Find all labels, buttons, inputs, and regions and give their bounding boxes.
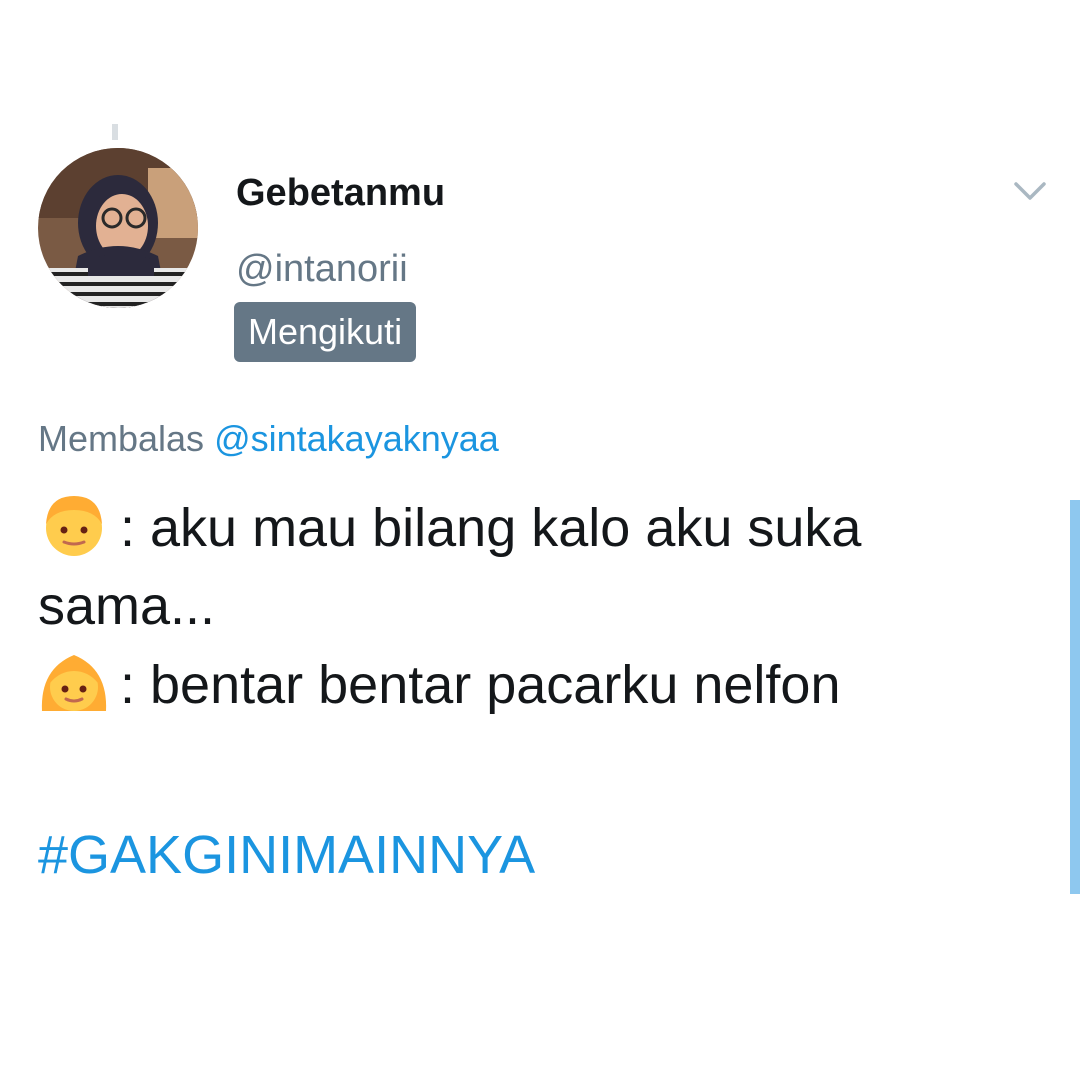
tweet-text: : aku mau bilang kalo aku suka sama... :… [38,488,1038,724]
tweet-line: sama... [38,567,1038,645]
tweet-line-text: : bentar bentar pacarku nelfon [120,655,841,715]
avatar-photo [38,148,198,308]
hashtag-link[interactable]: #GAKGINIMAINNYA [38,824,535,886]
tweet-screen: Gebetanmu @intanorii Mengikuti Membalas … [0,0,1080,1080]
replying-to-mention[interactable]: @sintakayaknyaa [214,418,499,459]
girl-emoji-icon [38,645,110,717]
follows-you-badge: Mengikuti [234,302,417,362]
scrollbar[interactable] [1070,500,1080,894]
boy-emoji-icon [38,488,110,560]
avatar[interactable] [38,148,198,308]
tweet-line-text: sama... [38,576,216,636]
tweet-line: : aku mau bilang kalo aku suka [38,488,1038,567]
author-display-name[interactable]: Gebetanmu [236,172,445,215]
author-username[interactable]: @intanorii [236,248,408,291]
replying-to-label: Membalas [38,418,205,459]
chevron-down-icon[interactable] [1008,176,1052,206]
tweet-line: : bentar bentar pacarku nelfon [38,645,1038,724]
tweet-line-text: : aku mau bilang kalo aku suka [120,498,862,558]
replying-to: Membalas @sintakayaknyaa [38,418,499,460]
thread-connector-line [112,124,118,140]
